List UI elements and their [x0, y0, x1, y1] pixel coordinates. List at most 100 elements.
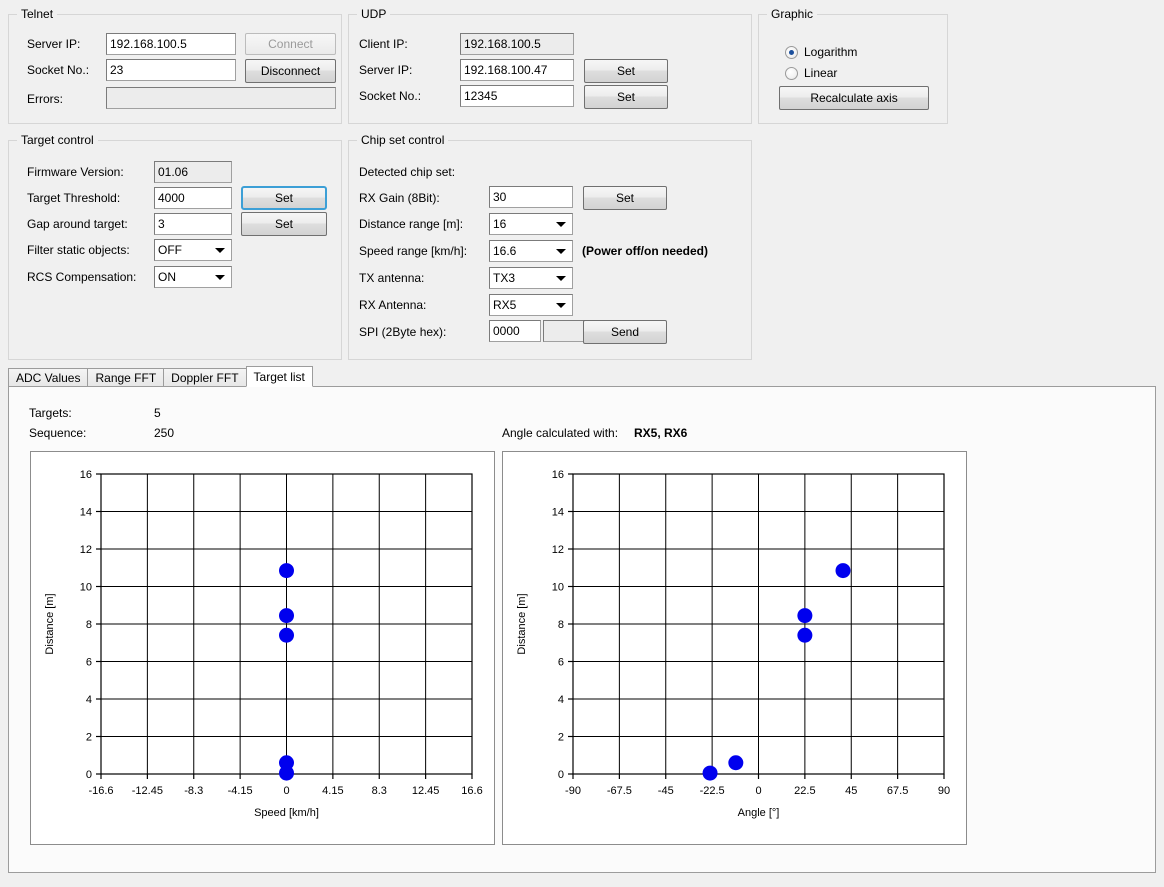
udp-group: UDP Client IP: Server IP: Set Socket No.…: [348, 7, 752, 124]
graphic-radio-logarithm-label: Logarithm: [804, 45, 858, 59]
distance-range-label: Distance range [m]:: [359, 217, 464, 231]
tx-antenna-label: TX antenna:: [359, 271, 425, 285]
svg-text:-90: -90: [565, 785, 581, 797]
recalculate-axis-button[interactable]: Recalculate axis: [779, 86, 929, 110]
udp-socket-input[interactable]: [460, 85, 574, 107]
svg-text:2: 2: [558, 732, 564, 744]
gap-around-target-input[interactable]: [154, 213, 232, 235]
telnet-group-legend: Telnet: [17, 7, 58, 21]
tx-antenna-select[interactable]: TX3: [489, 267, 573, 289]
telnet-errors-label: Errors:: [27, 92, 63, 106]
speed-range-label: Speed range [km/h]:: [359, 244, 468, 258]
svg-text:67.5: 67.5: [887, 785, 908, 797]
chevron-down-icon: [556, 276, 566, 281]
svg-text:22.5: 22.5: [794, 785, 815, 797]
spi-input[interactable]: [489, 320, 541, 342]
chevron-down-icon: [215, 248, 225, 253]
speed-distance-chart: 0 2 4 6 8 10 12 14 16 -16.6 -12.45 -8.3 -4.15 0 4.15 8.…: [30, 451, 495, 845]
udp-socket-set-button[interactable]: Set: [584, 85, 668, 109]
svg-text:14: 14: [80, 507, 92, 519]
svg-text:45: 45: [845, 785, 857, 797]
tab-doppler-fft[interactable]: Doppler FFT: [163, 368, 247, 387]
target-control-group-legend: Target control: [17, 133, 98, 147]
spi-label: SPI (2Byte hex):: [359, 325, 447, 339]
udp-server-ip-set-button[interactable]: Set: [584, 59, 668, 83]
rcs-compensation-select[interactable]: ON: [154, 266, 232, 288]
graphic-radio-linear[interactable]: Linear: [785, 66, 837, 80]
telnet-errors-output: [106, 87, 336, 109]
svg-text:-22.5: -22.5: [700, 785, 725, 797]
rx-gain-label: RX Gain (8Bit):: [359, 191, 440, 205]
gap-around-target-set-button[interactable]: Set: [241, 212, 327, 236]
svg-text:4: 4: [86, 694, 92, 706]
rx-gain-input[interactable]: [489, 186, 573, 208]
filter-static-objects-label: Filter static objects:: [27, 243, 130, 257]
telnet-group: Telnet Server IP: Connect Socket No.: Di…: [8, 7, 342, 124]
target-control-group: Target control Firmware Version: Target …: [8, 133, 342, 360]
angle-calculated-with-value: RX5, RX6: [634, 426, 688, 440]
svg-text:10: 10: [80, 582, 92, 594]
radio-linear-dot: [785, 66, 798, 80]
graphic-radio-logarithm[interactable]: Logarithm: [785, 45, 857, 59]
firmware-version-value: [154, 161, 232, 183]
angle-distance-chart-svg: 0 2 4 6 8 10 12 14 16 -90 -67.5 -45 -22.5 0 22.5 45 67.5…: [516, 469, 950, 819]
telnet-socket-label: Socket No.:: [27, 63, 90, 77]
radio-logarithm-dot: [785, 45, 798, 59]
application-window: Telnet Server IP: Connect Socket No.: Di…: [0, 0, 1164, 887]
svg-text:0: 0: [558, 769, 564, 781]
svg-text:8: 8: [558, 619, 564, 631]
telnet-socket-input[interactable]: [106, 59, 236, 81]
target-threshold-set-button[interactable]: Set: [241, 186, 327, 210]
filter-static-objects-select[interactable]: OFF: [154, 239, 232, 261]
svg-text:2: 2: [86, 732, 92, 744]
rx-antenna-select[interactable]: RX5: [489, 294, 573, 316]
svg-text:6: 6: [558, 657, 564, 669]
spi-send-button[interactable]: Send: [583, 320, 667, 344]
udp-server-ip-input[interactable]: [460, 59, 574, 81]
tab-range-fft[interactable]: Range FFT: [87, 368, 165, 387]
tab-strip: ADC Values Range FFT Doppler FFT Target …: [8, 366, 313, 387]
tab-target-list[interactable]: Target list: [245, 366, 313, 387]
rx-gain-set-button[interactable]: Set: [583, 186, 667, 210]
angle-distance-chart: 0 2 4 6 8 10 12 14 16 -90 -67.5 -45 -22.5 0 22.5 45 67.5…: [502, 451, 967, 845]
targets-value: 5: [154, 406, 161, 420]
svg-text:Speed [km/h]: Speed [km/h]: [254, 807, 319, 819]
tab-adc-values[interactable]: ADC Values: [8, 368, 89, 387]
distance-range-select[interactable]: 16: [489, 213, 573, 235]
target-threshold-input[interactable]: [154, 187, 232, 209]
svg-text:4.15: 4.15: [322, 785, 343, 797]
speed-range-select[interactable]: 16.6: [489, 240, 573, 262]
svg-text:-8.3: -8.3: [184, 785, 203, 797]
targets-label: Targets:: [29, 406, 72, 420]
sequence-label: Sequence:: [29, 426, 87, 440]
detected-chip-set-label: Detected chip set:: [359, 165, 456, 179]
distance-range-value: 16: [493, 217, 507, 231]
svg-text:4: 4: [558, 694, 564, 706]
speed-range-note: (Power off/on needed): [582, 244, 708, 258]
svg-text:-45: -45: [658, 785, 674, 797]
svg-text:16.6: 16.6: [461, 785, 482, 797]
graphic-radio-linear-label: Linear: [804, 66, 838, 80]
chip-set-control-group: Chip set control Detected chip set: RX G…: [348, 133, 752, 360]
filter-static-objects-value: OFF: [158, 243, 182, 257]
udp-client-ip-label: Client IP:: [359, 37, 408, 51]
svg-text:0: 0: [283, 785, 289, 797]
svg-text:10: 10: [552, 582, 564, 594]
telnet-server-ip-input[interactable]: [106, 33, 236, 55]
graphic-group: Graphic Logarithm Linear Recalculate axi…: [758, 7, 948, 124]
svg-text:12: 12: [552, 544, 564, 556]
telnet-connect-button[interactable]: Connect: [245, 33, 336, 55]
svg-text:6: 6: [86, 657, 92, 669]
svg-text:12.45: 12.45: [412, 785, 440, 797]
telnet-server-ip-label: Server IP:: [27, 37, 81, 51]
speed-range-value: 16.6: [493, 244, 517, 258]
telnet-disconnect-button[interactable]: Disconnect: [245, 59, 336, 83]
graphic-group-legend: Graphic: [767, 7, 818, 21]
svg-text:14: 14: [552, 507, 564, 519]
svg-text:16: 16: [552, 469, 564, 481]
target-threshold-label: Target Threshold:: [27, 191, 121, 205]
rx-antenna-label: RX Antenna:: [359, 298, 427, 312]
chevron-down-icon: [556, 249, 566, 254]
speed-distance-chart-svg: 0 2 4 6 8 10 12 14 16 -16.6 -12.45 -8.3 -4.15 0 4.15 8.…: [44, 469, 483, 819]
chip-set-control-group-legend: Chip set control: [357, 133, 449, 147]
